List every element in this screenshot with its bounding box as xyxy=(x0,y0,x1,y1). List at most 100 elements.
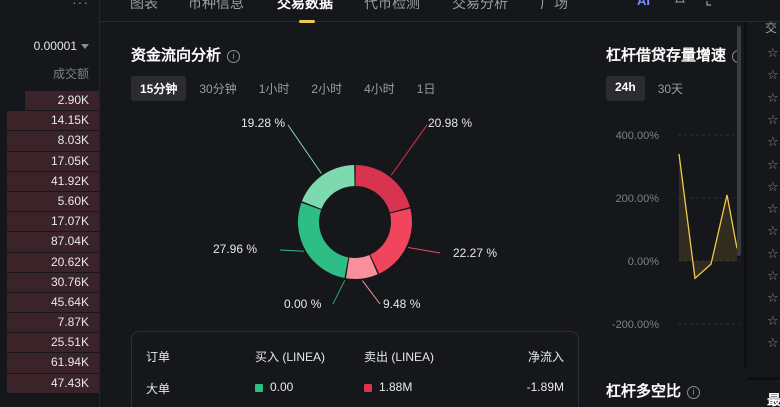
header-sell: 卖出 (LINEA) xyxy=(364,350,435,364)
donut-leader-line xyxy=(408,247,441,254)
donut-leader-line xyxy=(279,249,304,252)
orderbook-volume: 47.43K xyxy=(50,375,89,390)
bell-icon[interactable] xyxy=(674,0,686,6)
donut-slice-label: 20.98 % xyxy=(428,116,473,130)
orderbook-volume: 45.64K xyxy=(50,294,89,309)
orderbook-row: 8.03K xyxy=(0,130,99,151)
orderbook-row: 30.76K xyxy=(0,272,99,292)
star-icon[interactable]: ☆ xyxy=(767,246,779,262)
donut-leader-line xyxy=(332,279,346,305)
bottom-panel: 最 xyxy=(747,377,780,407)
watchlist-header: 交 xyxy=(765,21,778,35)
lev-tab-0[interactable]: 24h xyxy=(606,76,645,101)
orderbook-volume: 7.87K xyxy=(57,315,89,330)
donut-chart xyxy=(279,124,441,305)
fund-flow-panel: 资金流向分析 i 15分钟 30分钟 1小时 2小时 4小时 1日 20.98 % 22.27… xyxy=(100,22,590,407)
fund-flow-donut: 20.98 % 22.27 % 9.48 % 0.00 % 27.96 % 19.28 % xyxy=(100,112,590,322)
tab-chart[interactable]: 图表 xyxy=(130,0,158,13)
donut-slice[interactable] xyxy=(301,165,355,209)
buy-swatch xyxy=(255,383,263,392)
tab-trade-data[interactable]: 交易数据 xyxy=(277,0,333,23)
orderbook-volume: 8.03K xyxy=(57,133,89,148)
tab-trade-analysis[interactable]: 交易分析 xyxy=(452,0,508,13)
y-tick-label: -200.00% xyxy=(612,319,659,331)
leverage-title-text: 杠杆借贷存量增速 xyxy=(606,47,727,64)
lev-tab-1[interactable]: 30天 xyxy=(649,76,692,101)
donut-slice-label: 9.48 % xyxy=(383,297,421,311)
donut-leader-line xyxy=(361,280,381,305)
star-icon[interactable]: ☆ xyxy=(767,45,779,61)
header-order: 订单 xyxy=(146,350,171,364)
star-icon[interactable]: ☆ xyxy=(767,90,779,106)
star-icon[interactable]: ☆ xyxy=(767,134,779,150)
orderbook-row: 45.64K xyxy=(0,292,99,313)
star-icon[interactable]: ☆ xyxy=(767,179,779,195)
tab-square[interactable]: 广场 xyxy=(540,0,568,13)
orderbook-volume: 5.60K xyxy=(57,193,89,208)
orderbook-row: 20.62K xyxy=(0,252,99,272)
orderbook-row: 17.07K xyxy=(0,211,99,232)
orderbook-row: 7.87K xyxy=(0,312,99,333)
bottom-panel-title: 最 xyxy=(767,392,780,407)
donut-slice[interactable] xyxy=(370,208,412,274)
order-flow-table: 订单 买入 (LINEA) 卖出 (LINEA) 净流入 大单 0.00 1.8… xyxy=(131,331,579,407)
donut-slice[interactable] xyxy=(355,165,410,213)
flow-tab-0[interactable]: 15分钟 xyxy=(131,76,187,101)
star-icon[interactable]: ☆ xyxy=(767,112,779,128)
donut-slice[interactable] xyxy=(298,202,349,279)
info-icon[interactable]: i xyxy=(227,49,241,63)
flow-tab-1[interactable]: 30分钟 xyxy=(190,76,245,101)
star-icon[interactable]: ☆ xyxy=(767,223,779,239)
orderbook-volume: 14.15K xyxy=(50,113,89,128)
star-icon[interactable]: ☆ xyxy=(767,335,779,351)
donut-slice-label: 27.96 % xyxy=(213,242,258,256)
orderbook-row: 17.05K xyxy=(0,151,99,171)
orderbook-rows: 2.90K 14.15K 8.03K 17.05K 41.92K 5.60K 17.07K 8… xyxy=(0,90,99,393)
row-buy: 0.00 xyxy=(255,380,293,394)
row-buy-value: 0.00 xyxy=(270,380,294,394)
expand-icon[interactable] xyxy=(706,0,718,6)
star-icon[interactable]: ☆ xyxy=(767,67,779,83)
orderbook-volume: 17.07K xyxy=(50,214,89,229)
long-short-title: 杠杆多空比 i xyxy=(606,380,701,401)
row-sell-value: 1.88M xyxy=(379,380,413,394)
orderbook-row: 25.51K xyxy=(0,332,99,353)
donut-leader-line xyxy=(287,124,322,174)
star-icon[interactable]: ☆ xyxy=(767,313,779,329)
star-icon[interactable]: ☆ xyxy=(767,290,779,306)
row-sell: 1.88M xyxy=(364,380,412,394)
line-area xyxy=(679,153,737,279)
precision-value: 0.00001 xyxy=(33,39,77,53)
precision-select[interactable]: 0.00001 xyxy=(34,39,89,53)
scrollbar[interactable] xyxy=(737,26,741,256)
orderbook-column: ··· 0.00001 成交额 2.90K 14.15K 8.03K 17.05K 41… xyxy=(0,0,100,407)
info-icon[interactable]: i xyxy=(687,385,701,399)
leverage-line-chart: 400.00% 200.00% 0.00% -200.00% xyxy=(612,130,740,331)
flow-tab-2[interactable]: 1小时 xyxy=(250,76,299,101)
leverage-interval-tabs: 24h 30天 xyxy=(606,76,692,101)
y-tick-label: 200.00% xyxy=(616,193,660,205)
star-icon[interactable]: ☆ xyxy=(767,201,779,217)
orderbook-volume: 87.04K xyxy=(50,234,89,249)
donut-leader-line xyxy=(390,124,428,176)
donut-slice-label: 0.00 % xyxy=(284,297,322,311)
flow-tab-4[interactable]: 4小时 xyxy=(355,76,404,101)
star-icon[interactable]: ☆ xyxy=(767,157,779,173)
tab-coin-info[interactable]: 币种信息 xyxy=(188,0,244,13)
fund-flow-title: 资金流向分析 i xyxy=(131,44,241,65)
tab-token-check[interactable]: 代币检测 xyxy=(364,0,420,13)
fund-flow-title-text: 资金流向分析 xyxy=(131,47,222,64)
orderbook-volume: 61.94K xyxy=(50,355,89,370)
ai-button[interactable]: AI xyxy=(637,0,650,8)
leverage-panel: 杠杆借贷存量增速i 24h30天 400.00%200.00%0.00%-200… xyxy=(590,22,740,407)
orderbook-row: 5.60K xyxy=(0,191,99,212)
flow-tab-5[interactable]: 1日 xyxy=(408,76,445,101)
star-icon[interactable]: ☆ xyxy=(767,268,779,284)
more-icon[interactable]: ··· xyxy=(72,0,89,10)
leverage-title: 杠杆借贷存量增速i xyxy=(606,44,740,65)
orderbook-volume: 25.51K xyxy=(50,335,89,350)
row-type: 大单 xyxy=(146,382,171,396)
flow-tab-3[interactable]: 2小时 xyxy=(302,76,351,101)
orderbook-volume: 41.92K xyxy=(50,173,89,188)
orderbook-row: 14.15K xyxy=(0,110,99,131)
